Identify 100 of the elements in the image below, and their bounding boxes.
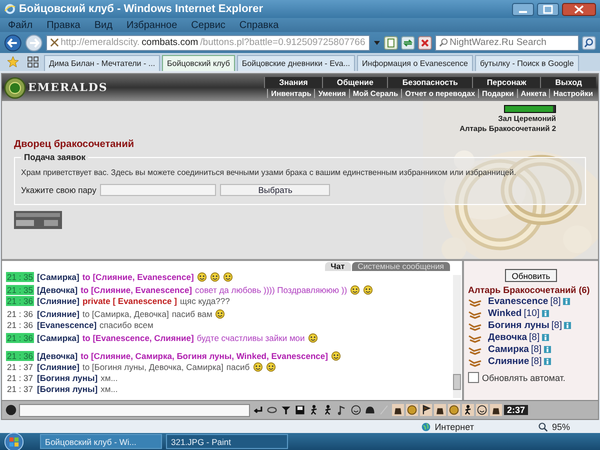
smiley-icon <box>196 272 207 282</box>
menu-item[interactable]: Вид <box>94 20 112 30</box>
chat-time: 21 : 36 <box>6 320 34 330</box>
stop-icon[interactable] <box>418 36 432 50</box>
menu-item[interactable]: Справка <box>239 20 279 30</box>
scrollbar[interactable] <box>453 275 461 398</box>
search-icon[interactable] <box>582 36 596 50</box>
ring-icon[interactable] <box>266 404 278 416</box>
browser-tab[interactable]: Бойцовские дневники - Eva... <box>236 55 356 71</box>
arrow-icon[interactable] <box>252 404 264 416</box>
info-icon[interactable] <box>544 346 551 353</box>
chat-recipients[interactable]: to [Богиня луны, Девочка, Самирка] <box>82 362 224 372</box>
chat-sender[interactable]: [Слияние] <box>37 362 80 372</box>
chat-sender[interactable]: [Слияние] <box>37 309 80 319</box>
nav-link[interactable]: Персонаж <box>472 77 540 88</box>
chat-recipients[interactable]: to [Слияние, Самирка, Богиня луны, Winked, Evanescence] <box>80 351 328 361</box>
chat-sender[interactable]: [Evanescence] <box>37 320 97 330</box>
back-icon[interactable] <box>4 34 22 52</box>
chat-message: хм... <box>100 373 118 383</box>
menu-item[interactable]: Правка <box>46 20 80 30</box>
chat-input[interactable] <box>19 404 250 416</box>
intro-text: Храм приветствует вас. Здесь вы можете соединиться вечными узами брака с вашим единственным избранником или избранницей. <box>21 168 518 177</box>
info-icon[interactable] <box>542 310 549 317</box>
chat-recipients[interactable]: to [Evanescence, Слияние] <box>82 333 194 343</box>
chat-sender[interactable]: [Богиня луны] <box>37 384 98 394</box>
taskbar-button[interactable]: Бойцовский клуб - Wi... <box>40 434 162 449</box>
coin-icon[interactable] <box>406 404 418 416</box>
smiley-icon <box>222 272 233 282</box>
taskbar-button[interactable]: 321.JPG - Paint <box>166 434 288 449</box>
minimize-icon[interactable] <box>512 2 534 16</box>
user-name[interactable]: Богиня луны <box>488 320 550 331</box>
chat-sender[interactable]: [Самирка] <box>37 272 80 282</box>
chat-sender[interactable]: [Девочка] <box>37 285 78 295</box>
refresh-icon[interactable] <box>400 36 415 50</box>
chat-time: 21 : 36 <box>6 333 34 343</box>
chat-recipients[interactable]: to [Самирка, Девочка] <box>82 309 169 319</box>
nav-link[interactable]: Выход <box>540 77 596 88</box>
chat-sender[interactable]: [Девочка] <box>37 351 78 361</box>
info-icon[interactable] <box>562 298 570 305</box>
smiley-icon <box>215 309 226 319</box>
browser-tab[interactable]: Бойцовский клуб <box>162 55 235 71</box>
chat-message: совет да любовь )))) Поздравляююю )) <box>195 285 348 295</box>
auto-refresh-checkbox[interactable] <box>468 372 479 383</box>
choose-button[interactable]: Выбрать <box>220 184 330 196</box>
zoom-level[interactable]: 95% <box>552 422 570 432</box>
browser-tab[interactable]: Информация о Evanescence <box>357 55 473 71</box>
user-name[interactable]: Девочка <box>488 332 528 343</box>
address-field[interactable]: http://emeraldscity. combats.com /buttons.pl?battle=0.912509725807766 <box>46 34 370 50</box>
flag-icon[interactable] <box>420 404 432 416</box>
smiley-icon <box>210 272 220 282</box>
favorites-star-icon[interactable] <box>7 56 19 68</box>
scroll-thumb[interactable] <box>453 374 461 390</box>
browser-tab[interactable]: бутылку - Поиск в Google <box>474 55 579 71</box>
browser-tab[interactable]: Дима Билан - Мечтатели - ... <box>44 55 160 71</box>
info-icon[interactable] <box>564 322 571 329</box>
chat-message: будте счастливы зайки мои <box>196 333 305 343</box>
user-name[interactable]: Winked <box>488 308 522 319</box>
room-title: Алтарь Бракосочетаний (6) <box>468 285 591 295</box>
maximize-icon[interactable] <box>537 2 559 16</box>
menu-item[interactable]: Избранное <box>126 20 178 30</box>
smiley-icon[interactable] <box>476 404 488 416</box>
chat-sender[interactable]: [Слияние] <box>37 296 80 306</box>
nav-link[interactable]: Безопасность <box>387 77 472 88</box>
smiley-icon[interactable] <box>350 404 362 416</box>
chat-recipients[interactable]: to [Слияние, Evanescence] <box>82 272 194 282</box>
zoom-icon <box>538 422 548 432</box>
separator-icon <box>378 404 390 416</box>
emblem-icon <box>4 76 26 98</box>
refresh-button[interactable]: Обновить <box>504 269 558 282</box>
avatar-icon[interactable] <box>5 404 17 416</box>
close-icon[interactable] <box>562 2 596 16</box>
user-name[interactable]: Слияние <box>488 356 530 367</box>
info-icon[interactable] <box>544 358 551 365</box>
page-icon[interactable] <box>384 36 398 50</box>
helmet-icon[interactable] <box>364 404 376 416</box>
menu-item[interactable]: Файл <box>8 20 33 30</box>
chat-recipients[interactable]: to [Слияние, Evanescence] <box>80 285 192 295</box>
search-field[interactable]: NightWarez.Ru Search <box>434 34 580 50</box>
start-button-icon[interactable] <box>4 432 24 450</box>
tab-grid-icon[interactable] <box>27 56 39 68</box>
nav-link[interactable]: Знания <box>264 77 322 88</box>
chat-message: пасиб <box>226 362 250 372</box>
chat-recipients[interactable]: private [ Evanescence ] <box>82 296 177 306</box>
crossed-swords-icon <box>50 38 59 47</box>
chat-tab[interactable]: Чат <box>324 262 351 271</box>
chat-sender[interactable]: [Самирка] <box>37 333 80 343</box>
forward-icon[interactable] <box>24 34 43 52</box>
nav-link[interactable]: Общение <box>322 77 388 88</box>
user-name[interactable]: Evanescence <box>488 296 548 307</box>
coin-icon[interactable] <box>448 404 460 416</box>
chat-sender[interactable]: [Богиня луны] <box>37 373 98 383</box>
info-icon[interactable] <box>542 334 549 341</box>
note-icon[interactable] <box>336 404 348 416</box>
figure-icon[interactable] <box>462 404 474 416</box>
pair-field[interactable] <box>100 184 216 196</box>
user-name[interactable]: Самирка <box>488 344 529 355</box>
filter-icon[interactable] <box>280 404 292 416</box>
browser-logo-icon <box>4 3 16 15</box>
menu-item[interactable]: Сервис <box>191 20 226 30</box>
chat-message: спасибо всем <box>100 320 154 330</box>
